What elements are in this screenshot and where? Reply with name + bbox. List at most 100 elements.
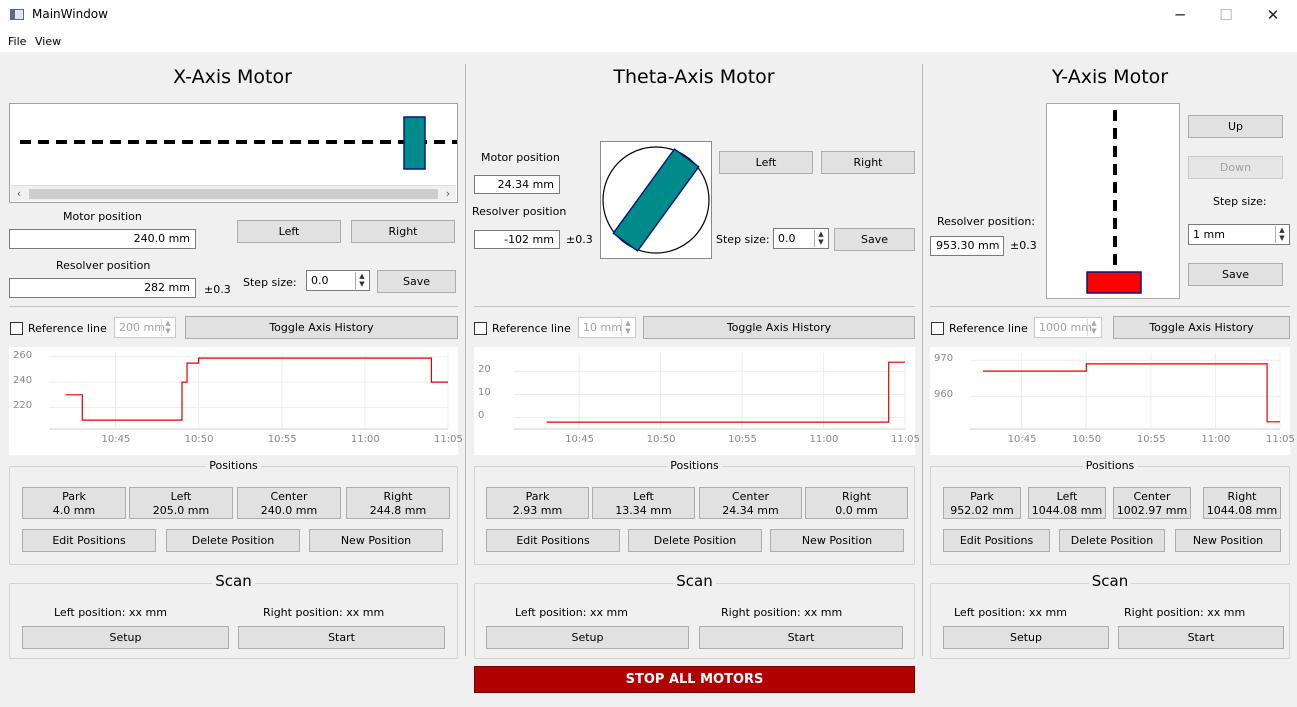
- y-scan-left-position: Left position: xx mm: [954, 606, 1067, 619]
- y-step-size-spinbox[interactable]: 1 mm ▲ ▼: [1188, 224, 1290, 245]
- spin-arrows-icon[interactable]: ▲ ▼: [1275, 226, 1288, 243]
- theta-position-right-button[interactable]: Right 0.0 mm: [805, 487, 908, 519]
- theta-scan-title: Scan: [673, 572, 716, 590]
- x-start-button[interactable]: Start: [238, 626, 445, 649]
- x-tick-label: 11:00: [809, 434, 839, 445]
- theta-tolerance-label: ±0.3: [566, 233, 593, 246]
- x-positions-title: Positions: [206, 459, 261, 472]
- y-step-size-label: Step size:: [1213, 195, 1267, 208]
- y-tick-label: 220: [13, 400, 33, 412]
- x-position-park-button[interactable]: Park 4.0 mm: [22, 487, 126, 519]
- spin-arrows-icon: ▲ ▼: [161, 319, 174, 336]
- y-setup-button[interactable]: Setup: [943, 626, 1109, 649]
- chart-plot: [49, 353, 449, 430]
- theta-reference-line-label: Reference line: [492, 322, 571, 335]
- x-position-center-button[interactable]: Center 240.0 mm: [237, 487, 341, 519]
- theta-motor-position-field: 24.34 mm: [474, 175, 560, 194]
- theta-setup-button[interactable]: Setup: [486, 626, 689, 649]
- theta-reference-line-spinbox: 10 mm ▲ ▼: [578, 317, 636, 338]
- minimize-button[interactable]: ─: [1157, 0, 1203, 32]
- y-axis-title: Y-Axis Motor: [1051, 66, 1169, 88]
- x-reference-line-label: Reference line: [28, 322, 107, 335]
- y-positions-group: Positions Park 952.02 mm Left 1044.08 mm C…: [930, 459, 1290, 565]
- y-reference-line-checkbox[interactable]: [931, 322, 944, 335]
- x-tick-label: 10:45: [101, 434, 131, 445]
- y-resolver-position-label: Resolver position:: [937, 215, 1036, 228]
- theta-toggle-axis-history-button[interactable]: Toggle Axis History: [643, 316, 915, 339]
- y-positions-title: Positions: [1082, 459, 1138, 472]
- theta-position-left-button[interactable]: Left 13.34 mm: [592, 487, 695, 519]
- y-up-button[interactable]: Up: [1188, 115, 1283, 138]
- x-tick-label: 10:45: [565, 434, 594, 445]
- x-left-button[interactable]: Left: [237, 220, 341, 243]
- theta-edit-positions-button[interactable]: Edit Positions: [486, 529, 620, 552]
- y-axis-track-graphic: [1086, 110, 1142, 294]
- x-position-right-button[interactable]: Right 244.8 mm: [346, 487, 450, 519]
- x-tick-label: 11:05: [891, 434, 920, 445]
- theta-save-button[interactable]: Save: [834, 228, 915, 251]
- y-edit-positions-button[interactable]: Edit Positions: [943, 529, 1050, 552]
- x-reference-line-checkbox[interactable]: [10, 322, 23, 335]
- scroll-left-arrow[interactable]: ‹: [11, 186, 27, 202]
- x-scan-title: Scan: [212, 572, 255, 590]
- x-tick-label: 10:55: [1136, 434, 1166, 445]
- spin-arrows-icon: ▲ ▼: [1087, 319, 1100, 336]
- x-edit-positions-button[interactable]: Edit Positions: [22, 529, 156, 552]
- theta-reference-line-checkbox[interactable]: [474, 322, 487, 335]
- close-button[interactable]: ✕: [1250, 0, 1296, 32]
- y-tick-label: 10: [478, 387, 491, 399]
- theta-motor-position-label: Motor position: [481, 151, 560, 164]
- theta-position-center-button[interactable]: Center 24.34 mm: [699, 487, 802, 519]
- x-tick-label: 11:00: [350, 434, 380, 445]
- x-carriage: [403, 116, 426, 170]
- y-delete-position-button[interactable]: Delete Position: [1059, 529, 1165, 552]
- x-position-left-button[interactable]: Left 205.0 mm: [129, 487, 233, 519]
- theta-left-button[interactable]: Left: [719, 151, 813, 174]
- y-tick-label: 960: [934, 389, 954, 401]
- x-motor-position-field: 240.0 mm: [9, 229, 196, 249]
- y-down-button: Down: [1188, 156, 1283, 179]
- theta-axis-title: Theta-Axis Motor: [613, 66, 775, 88]
- y-position-left-button[interactable]: Left 1044.08 mm: [1028, 487, 1106, 519]
- x-right-button[interactable]: Right: [351, 220, 455, 243]
- x-setup-button[interactable]: Setup: [22, 626, 229, 649]
- stop-all-motors-button[interactable]: STOP ALL MOTORS: [474, 666, 915, 693]
- y-new-position-button[interactable]: New Position: [1175, 529, 1281, 552]
- scroll-right-arrow[interactable]: ›: [440, 186, 456, 202]
- theta-delete-position-button[interactable]: Delete Position: [628, 529, 762, 552]
- theta-resolver-position-label: Resolver position: [472, 205, 567, 218]
- spin-arrows-icon[interactable]: ▲ ▼: [355, 272, 368, 289]
- menu-file[interactable]: File: [8, 35, 26, 48]
- theta-new-position-button[interactable]: New Position: [770, 529, 904, 552]
- y-position-right-button[interactable]: Right 1044.08 mm: [1203, 487, 1281, 519]
- x-track-scrollbar[interactable]: ‹ ›: [11, 185, 456, 201]
- x-resolver-position-label: Resolver position: [56, 259, 151, 272]
- x-delete-position-button[interactable]: Delete Position: [166, 529, 300, 552]
- y-tolerance-label: ±0.3: [1010, 239, 1037, 252]
- theta-position-park-button[interactable]: Park 2.93 mm: [486, 487, 589, 519]
- menu-view[interactable]: View: [35, 35, 61, 48]
- x-toggle-axis-history-button[interactable]: Toggle Axis History: [185, 316, 458, 339]
- maximize-button[interactable]: ☐: [1203, 0, 1249, 32]
- y-position-center-button[interactable]: Center 1002.97 mm: [1113, 487, 1191, 519]
- x-axis-panel: X-Axis Motor ‹ › Motor position 240.0 mm…: [0, 52, 465, 664]
- spin-arrows-icon[interactable]: ▲ ▼: [814, 230, 827, 247]
- x-motor-position-label: Motor position: [63, 210, 142, 223]
- x-new-position-button[interactable]: New Position: [309, 529, 443, 552]
- theta-step-size-spinbox[interactable]: 0.0 ▲ ▼: [773, 228, 829, 249]
- scroll-thumb[interactable]: [29, 189, 438, 199]
- theta-right-button[interactable]: Right: [821, 151, 915, 174]
- y-scan-group: Scan Left position: xx mm Right position…: [930, 572, 1290, 659]
- chart-plot: [970, 353, 1281, 430]
- y-start-button[interactable]: Start: [1118, 626, 1284, 649]
- x-reference-line-spinbox: 200 mm ▲ ▼: [114, 317, 176, 338]
- y-position-park-button[interactable]: Park 952.02 mm: [943, 487, 1021, 519]
- theta-start-button[interactable]: Start: [699, 626, 903, 649]
- x-tick-label: 10:55: [728, 434, 757, 445]
- x-save-button[interactable]: Save: [377, 270, 456, 293]
- x-step-size-spinbox[interactable]: 0.0 ▲ ▼: [306, 270, 370, 291]
- x-axis-track-view: ‹ ›: [9, 103, 458, 203]
- y-save-button[interactable]: Save: [1188, 263, 1283, 286]
- y-tick-label: 260: [13, 349, 33, 361]
- y-toggle-axis-history-button[interactable]: Toggle Axis History: [1113, 316, 1290, 339]
